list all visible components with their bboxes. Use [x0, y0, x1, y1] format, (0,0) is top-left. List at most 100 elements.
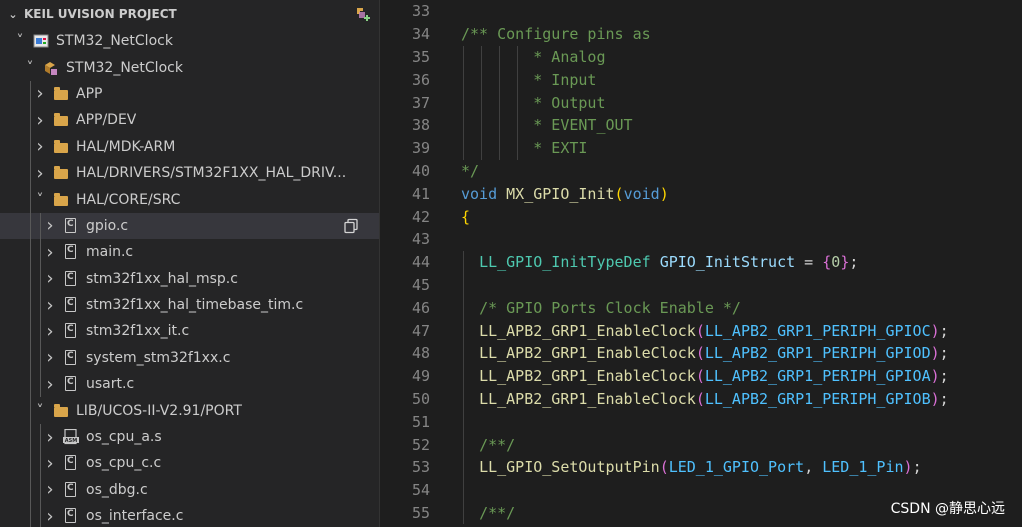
code-editor[interactable]: 33 34/** Configure pins as 35 * Analog 36 *… — [380, 0, 1022, 527]
tree-item[interactable]: › ASM os_cpu_a.s — [0, 423, 379, 451]
code-line: 53 LL_GPIO_SetOutputPin(LED_1_GPIO_Port,… — [380, 456, 1022, 479]
code-line: 33 — [380, 0, 1022, 23]
tree-item[interactable]: ˅ STM32_NetClock — [0, 54, 379, 80]
code-text: * Output — [461, 93, 606, 112]
c-file-icon — [63, 244, 79, 260]
indent-guide — [30, 371, 31, 398]
chevron-right-icon[interactable]: › — [42, 268, 58, 289]
code-lines: 33 34/** Configure pins as 35 * Analog 36 *… — [380, 0, 1022, 525]
chevron-down-icon[interactable]: ˅ — [22, 60, 38, 76]
tree-item[interactable]: › os_cpu_c.c — [0, 450, 379, 477]
code-line: 40 */ — [380, 160, 1022, 183]
chevron-right-icon[interactable]: › — [32, 163, 48, 184]
code-token: MX_GPIO_Init — [506, 184, 615, 203]
line-number: 43 — [411, 230, 430, 249]
tree-item[interactable]: › stm32f1xx_hal_timebase_tim.c — [0, 291, 379, 319]
chevron-right-icon[interactable]: › — [42, 453, 58, 474]
tree-item[interactable]: › APP/DEV — [0, 107, 379, 134]
code-token: /**/ — [479, 503, 516, 522]
tree-item[interactable]: › system_stm32f1xx.c — [0, 344, 379, 372]
code-token: * Output — [461, 93, 606, 112]
c-file-icon — [63, 323, 79, 339]
code-token: void — [623, 184, 660, 203]
code-line: 35 * Analog — [380, 46, 1022, 69]
explorer-section-header[interactable]: ⌄ KEIL UVISION PROJECT — [0, 0, 379, 28]
code-token: ( — [695, 367, 705, 386]
tree-item[interactable]: › APP — [0, 80, 379, 108]
code-text: * Analog — [461, 48, 605, 66]
code-line: 36 * Input — [380, 68, 1022, 91]
indent-guide — [30, 265, 31, 292]
c-file-icon — [63, 297, 79, 313]
watermark: CSDN @静思心远 — [887, 497, 1008, 519]
folder-icon — [53, 139, 69, 155]
chevron-down-icon[interactable]: ˅ — [32, 403, 48, 419]
code-token: LL_GPIO_SetOutputPin — [479, 458, 660, 477]
c-file-icon — [63, 508, 79, 524]
tree-item[interactable]: › HAL/DRIVERS/STM32F1XX_HAL_DRIV... — [0, 159, 379, 187]
line-number: 40 — [411, 161, 430, 180]
tree-item-label: os_cpu_a.s — [86, 429, 162, 446]
code-token: ( — [695, 389, 705, 408]
tree-item-label: os_dbg.c — [86, 481, 148, 498]
chevron-right-icon[interactable]: › — [32, 83, 48, 104]
tree-item[interactable]: ˅ LIB/UCOS-II-V2.91/PORT — [0, 397, 379, 424]
code-text: LL_APB2_GRP1_EnableClock(LL_APB2_GRP1_PE… — [461, 322, 949, 340]
tree-item[interactable]: › stm32f1xx_hal_msp.c — [0, 265, 379, 292]
code-token: * EVENT_OUT — [461, 116, 633, 135]
chevron-right-icon[interactable]: › — [42, 242, 58, 263]
chevron-right-icon[interactable]: › — [42, 321, 58, 342]
line-number: 44 — [411, 253, 430, 272]
folder-icon — [53, 403, 69, 419]
tree-item[interactable]: › os_interface.c — [0, 503, 379, 527]
code-text: * EXTI — [461, 139, 587, 157]
tree-item[interactable]: › main.c — [0, 239, 379, 266]
code-line: 51 — [380, 410, 1022, 433]
tree-item[interactable]: › gpio.c — [0, 212, 379, 240]
add-project-icon[interactable] — [353, 5, 371, 23]
tree-item-label: LIB/UCOS-II-V2.91/PORT — [76, 402, 242, 419]
indent-guide — [40, 423, 41, 451]
indent-guide — [30, 212, 31, 240]
chevron-right-icon[interactable]: › — [42, 427, 58, 448]
chevron-right-icon[interactable]: › — [32, 110, 48, 131]
c-file-icon — [63, 455, 79, 471]
code-line: 50 LL_APB2_GRP1_EnableClock(LL_APB2_GRP1… — [380, 388, 1022, 411]
indent-guide — [30, 423, 31, 451]
chevron-right-icon[interactable]: › — [42, 347, 58, 368]
chevron-right-icon[interactable]: › — [42, 479, 58, 500]
tree-item[interactable]: › usart.c — [0, 371, 379, 398]
chevron-down-icon[interactable]: ˅ — [12, 33, 28, 49]
code-text: /**/ — [461, 504, 515, 522]
c-file-icon — [63, 217, 79, 234]
chevron-right-icon[interactable]: › — [42, 295, 58, 316]
tree-item[interactable]: ˅ HAL/CORE/SRC — [0, 186, 379, 213]
chevron-right-icon[interactable]: › — [42, 506, 58, 527]
line-number: 45 — [411, 275, 430, 294]
chevron-right-icon[interactable]: › — [42, 215, 58, 236]
indent-guide — [499, 45, 500, 160]
tree-item[interactable]: › stm32f1xx_it.c — [0, 318, 379, 345]
code-token: ) — [930, 344, 940, 363]
code-token: ; — [939, 344, 949, 363]
code-token: ( — [659, 458, 669, 477]
indent-guide — [40, 265, 41, 292]
code-token: /**/ — [479, 435, 516, 454]
chevron-right-icon[interactable]: › — [42, 374, 58, 395]
code-token: LED_1_Pin — [822, 458, 904, 477]
line-number: 49 — [411, 367, 430, 386]
folder-icon — [53, 112, 69, 128]
code-token: , — [804, 458, 823, 477]
indent-guide — [30, 107, 31, 134]
chevron-down-icon[interactable]: ˅ — [32, 192, 48, 208]
code-text: /** Configure pins as — [461, 25, 651, 43]
tree-item[interactable]: ˅ STM32_NetClock — [0, 28, 379, 54]
tree-item[interactable]: › os_dbg.c — [0, 476, 379, 504]
code-token: LL_APB2_GRP1_PERIPH_GPIOB — [704, 389, 931, 408]
copy-icon[interactable] — [343, 218, 359, 234]
code-text: LL_GPIO_InitTypeDef GPIO_InitStruct = {0… — [461, 253, 858, 271]
code-token: LED_1_GPIO_Port — [668, 458, 805, 477]
c-file-icon — [63, 376, 79, 392]
chevron-right-icon[interactable]: › — [32, 136, 48, 157]
tree-item[interactable]: › HAL/MDK-ARM — [0, 133, 379, 160]
